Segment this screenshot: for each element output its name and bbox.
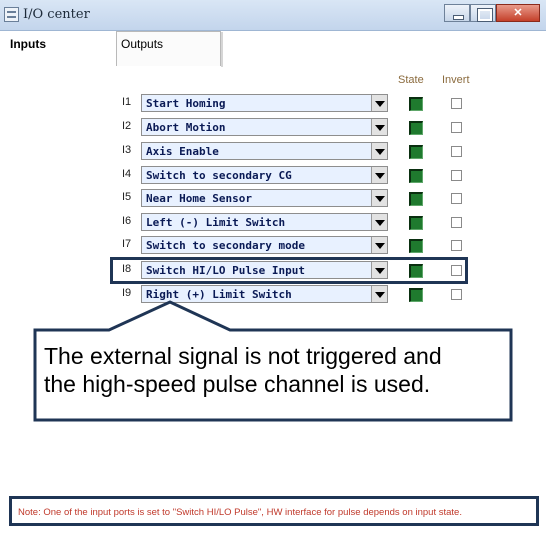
note-text: Note: One of the input ports is set to "… (18, 507, 462, 518)
note-box: Note: One of the input ports is set to "… (9, 496, 539, 526)
callout-text: The external signal is not triggered and… (44, 342, 514, 398)
callout-bubble (33, 300, 513, 422)
callout-line-1: The external signal is not triggered and (44, 343, 442, 369)
callout-line-2: the high-speed pulse channel is used. (44, 371, 431, 397)
